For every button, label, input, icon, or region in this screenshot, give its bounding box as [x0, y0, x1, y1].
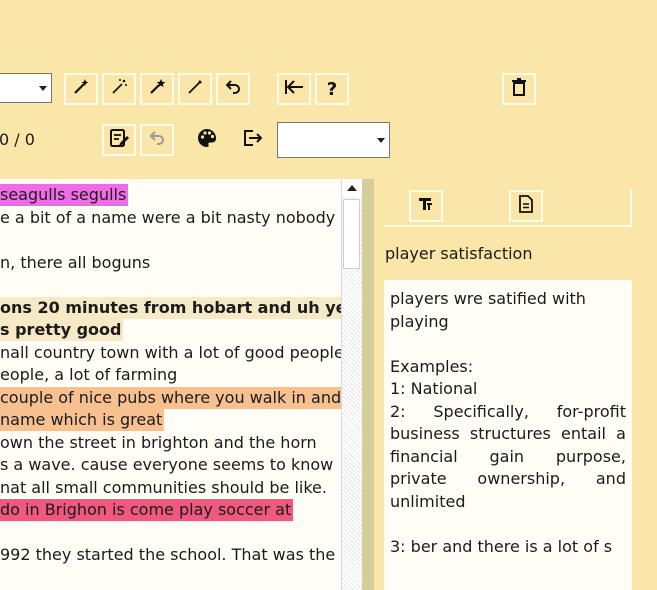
magic-wand-sparkle-button[interactable] [102, 73, 136, 105]
description-line [390, 333, 626, 356]
segment-counter: 0 / 0 [0, 130, 35, 149]
description-line: unlimited [390, 491, 466, 511]
scroll-up-button[interactable] [342, 179, 362, 197]
export-button[interactable] [236, 124, 270, 156]
magic-wand-star-button[interactable] [140, 73, 174, 105]
edit-note-button[interactable] [102, 124, 136, 156]
transcript-line[interactable]: 992 they started the school. That was th… [0, 544, 337, 566]
transcript-line[interactable]: seagulls segulls [0, 184, 129, 206]
text-format-tab[interactable] [409, 190, 443, 222]
description-line: private ownership, and [390, 469, 626, 488]
transcript-line[interactable]: nall country town with a lot of good peo… [0, 342, 341, 364]
description-line: players wre satified with [390, 289, 586, 308]
jump-to-start-icon [283, 77, 305, 102]
transcript-line[interactable]: eople, a lot of farming [0, 364, 179, 386]
transcript-line[interactable]: ons 20 minutes from hobart and uh yeah [0, 296, 341, 319]
transcript-line[interactable]: name which is great [0, 409, 165, 431]
delete-button[interactable] [502, 73, 536, 105]
pane-divider[interactable] [362, 179, 374, 590]
description-line [390, 513, 626, 536]
transcript-line[interactable]: do in Brighon is come play soccer at [0, 499, 294, 521]
edit-note-icon [108, 127, 130, 154]
document-tab[interactable] [509, 190, 543, 222]
chevron-down-icon [377, 138, 385, 143]
transcript-line[interactable]: n, there all boguns [0, 252, 152, 274]
jump-to-start-button[interactable] [277, 73, 311, 105]
description-line: Examples: [390, 356, 474, 376]
trash-icon [509, 77, 529, 102]
description-line: 2: Specifically, for-profit [390, 401, 626, 421]
help-button[interactable]: ? [315, 73, 349, 105]
magic-wand-button[interactable] [64, 73, 98, 105]
scroll-thumb[interactable] [343, 199, 360, 269]
transcript-line[interactable] [0, 522, 2, 544]
text-format-icon [417, 195, 435, 218]
magic-wand-icon [71, 77, 91, 102]
export-format-select[interactable] [277, 122, 390, 158]
chevron-down-icon [39, 86, 47, 91]
transcript-pane[interactable]: seagulls segulls e a bit of a name were a… [0, 179, 341, 590]
palette-button[interactable] [190, 124, 224, 156]
description-line: business structures entail a [390, 424, 626, 443]
description-line: 1: National [390, 379, 478, 398]
magic-wand-star-icon [147, 77, 167, 102]
undo-icon [223, 77, 243, 102]
transcript-line[interactable]: own the street in brighton and the horn [0, 432, 319, 454]
wand-button[interactable] [178, 73, 212, 105]
undo-button[interactable] [216, 73, 250, 105]
transcript-line[interactable]: nat all small communities should be like… [0, 477, 329, 499]
transcript-line[interactable]: e a bit of a name were a bit nasty nobod… [0, 207, 337, 229]
export-icon [241, 127, 265, 153]
transcript-line[interactable] [0, 274, 2, 296]
undo-icon [147, 128, 167, 153]
description-line: financial gain purpose, [390, 446, 626, 466]
transcript-line[interactable]: s a wave. cause everyone seems to know [0, 454, 335, 476]
magic-wand-sparkle-icon [109, 77, 129, 102]
help-label: ? [326, 78, 338, 100]
palette-icon [196, 127, 218, 153]
description-line: playing [390, 311, 449, 331]
transcript-line[interactable]: s pretty good [0, 319, 124, 341]
code-select[interactable] [0, 73, 52, 103]
chevron-up-icon [347, 185, 357, 191]
document-icon [518, 194, 534, 218]
transcript-line[interactable]: couple of nice pubs where you walk in an… [0, 386, 341, 409]
code-title: player satisfaction [385, 244, 533, 263]
transcript-line[interactable] [0, 229, 2, 251]
description-line: 3: ber and there is a lot of s [390, 536, 613, 556]
transcript-scrollbar[interactable] [341, 179, 362, 590]
wand-icon [185, 77, 205, 102]
code-description[interactable]: players wre satified with playing Examples… [384, 280, 632, 590]
undo-disabled-button[interactable] [140, 124, 174, 156]
